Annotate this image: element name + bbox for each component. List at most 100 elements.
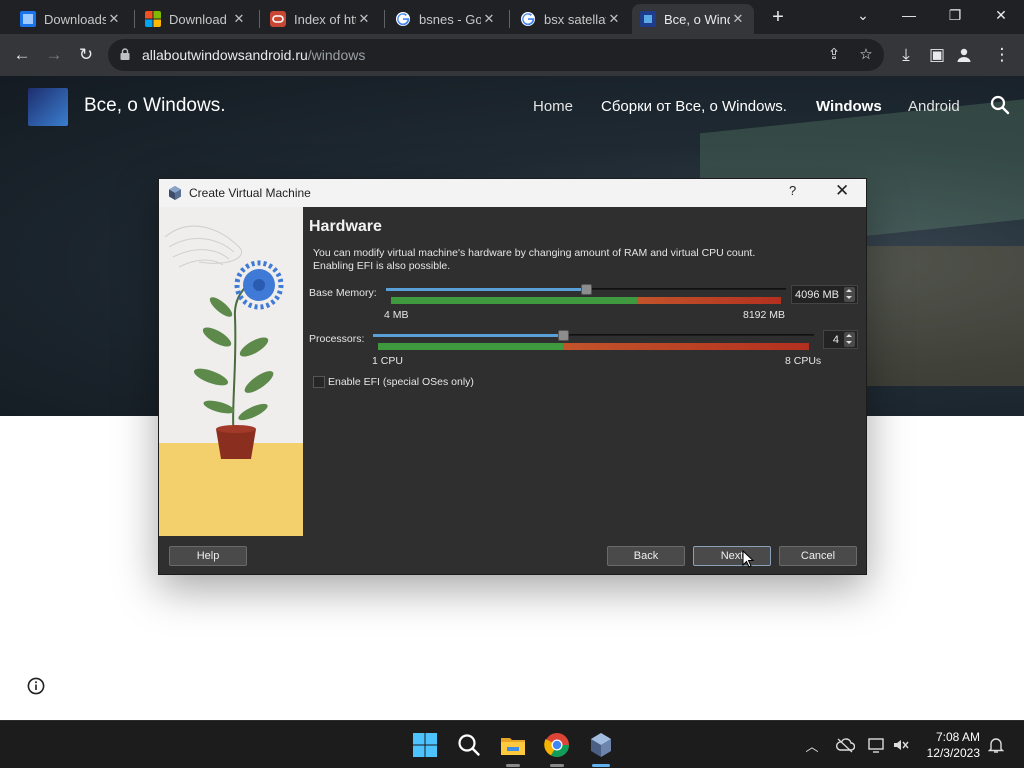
processors-label: Processors: xyxy=(309,333,365,345)
tab-title: Index of htt xyxy=(294,11,356,27)
spin-arrows-icon[interactable] xyxy=(844,287,855,302)
tab-search-chevron-icon[interactable]: ⌄ xyxy=(840,0,886,34)
virtualbox-icon[interactable] xyxy=(587,731,615,759)
nav-android[interactable]: Android xyxy=(908,98,960,115)
slider-handle[interactable] xyxy=(581,284,592,295)
oracle-icon xyxy=(270,11,286,27)
tab-close-icon[interactable]: ✕ xyxy=(231,11,247,27)
tab-title: Downloads xyxy=(44,11,106,27)
processors-slider[interactable] xyxy=(373,330,814,351)
help-button[interactable]: Help xyxy=(169,546,247,566)
dialog-title: Create Virtual Machine xyxy=(189,186,311,200)
windows-taskbar: ︿ 7:08 AM 12/3/2023 xyxy=(0,720,1024,768)
nav-home[interactable]: Home xyxy=(533,98,573,115)
description-line: Enabling EFI is also possible. xyxy=(313,260,451,272)
restore-icon[interactable]: ❐ xyxy=(932,0,978,34)
system-clock[interactable]: 7:08 AM 12/3/2023 xyxy=(912,729,980,761)
tab-close-icon[interactable]: ✕ xyxy=(481,11,497,27)
dialog-help-icon[interactable]: ? xyxy=(789,183,796,198)
tab-bsx-satellaview[interactable]: bsx satellav ✕ xyxy=(512,4,630,34)
next-button[interactable]: Next xyxy=(693,546,771,566)
memory-max-label: 8192 MB xyxy=(743,309,786,321)
processors-max-label: 8 CPUs xyxy=(785,355,822,367)
lock-icon[interactable] xyxy=(120,48,130,60)
nav-windows[interactable]: Windows xyxy=(816,98,882,115)
side-panel-icon[interactable]: ▣ xyxy=(923,41,951,69)
description-line: You can modify virtual machine's hardwar… xyxy=(313,247,756,259)
url-path: /windows xyxy=(307,47,366,63)
site-logo[interactable] xyxy=(28,88,68,126)
cancel-button[interactable]: Cancel xyxy=(779,546,857,566)
volume-muted-icon[interactable] xyxy=(891,736,911,754)
memory-spinbox[interactable]: 4096 MB xyxy=(791,285,858,304)
tab-downloads[interactable]: Downloads ✕ xyxy=(12,4,130,34)
forward-arrow-icon[interactable]: → xyxy=(40,41,68,69)
search-icon[interactable] xyxy=(990,95,1010,115)
tab-active-site[interactable]: Все, о Wind ✕ xyxy=(632,4,754,34)
tab-title: Download xyxy=(169,11,227,27)
page-title: Hardware xyxy=(309,218,382,235)
download-icon[interactable]: ⤓ xyxy=(892,41,920,69)
new-tab-plus-icon[interactable]: + xyxy=(766,5,790,29)
dialog-button-bar: Help Back Next Cancel xyxy=(159,536,866,574)
network-monitor-icon[interactable] xyxy=(867,736,887,754)
tab-title: Все, о Wind xyxy=(664,11,730,27)
address-url[interactable]: allaboutwindowsandroid.ru/windows xyxy=(142,47,365,63)
bookmark-star-icon[interactable]: ☆ xyxy=(854,43,878,67)
address-bar[interactable]: allaboutwindowsandroid.ru/windows ⇪ ☆ xyxy=(108,39,884,71)
info-icon[interactable] xyxy=(27,677,45,695)
tray-chevron-up-icon[interactable]: ︿ xyxy=(802,736,822,754)
efi-checkbox-label[interactable]: Enable EFI (special OSes only) xyxy=(328,376,474,388)
windows-tile-icon xyxy=(20,11,36,27)
microsoft-icon xyxy=(145,11,161,27)
spin-arrows-icon[interactable] xyxy=(844,332,855,347)
tab-close-icon[interactable]: ✕ xyxy=(606,11,622,27)
mouse-pointer-icon xyxy=(742,550,754,568)
site-name[interactable]: Все, о Windows. xyxy=(84,95,226,117)
clock-time: 7:08 AM xyxy=(935,730,980,744)
cpu-warning-range xyxy=(563,343,809,350)
tab-download[interactable]: Download ✕ xyxy=(137,4,255,34)
back-arrow-icon[interactable]: ← xyxy=(8,41,36,69)
reload-icon[interactable]: ↻ xyxy=(72,41,100,69)
clock-date: 12/3/2023 xyxy=(926,746,980,760)
tab-close-icon[interactable]: ✕ xyxy=(356,11,372,27)
tab-close-icon[interactable]: ✕ xyxy=(730,11,746,27)
google-icon xyxy=(521,12,535,26)
slider-handle[interactable] xyxy=(558,330,569,341)
wizard-side-illustration xyxy=(159,207,303,536)
memory-min-label: 4 MB xyxy=(384,309,409,321)
tab-close-icon[interactable]: ✕ xyxy=(106,11,122,27)
onedrive-cloud-icon[interactable] xyxy=(835,736,855,754)
hero-windows-light xyxy=(860,246,1024,386)
tab-index-of[interactable]: Index of htt ✕ xyxy=(262,4,380,34)
efi-checkbox[interactable] xyxy=(313,376,325,388)
browser-toolbar: ← → ↻ allaboutwindowsandroid.ru/windows … xyxy=(0,34,1024,76)
minimize-icon[interactable]: — xyxy=(886,0,932,34)
file-explorer-icon[interactable] xyxy=(499,731,527,759)
memory-safe-range xyxy=(391,297,637,304)
dialog-close-icon[interactable]: ✕ xyxy=(835,181,849,201)
menu-kebab-icon[interactable]: ⋮ xyxy=(988,41,1016,69)
close-window-icon[interactable]: ✕ xyxy=(978,0,1024,34)
browser-tab-strip: Downloads ✕ Download ✕ Index of htt ✕ bs… xyxy=(0,0,1024,34)
processors-spinbox[interactable]: 4 xyxy=(823,330,858,349)
processors-value: 4 xyxy=(832,334,839,346)
windows-start-icon[interactable] xyxy=(411,731,439,759)
nav-builds[interactable]: Сборки от Все, о Windows. xyxy=(601,98,787,115)
base-memory-slider[interactable] xyxy=(386,284,786,305)
base-memory-label: Base Memory: xyxy=(309,287,377,299)
profile-avatar-icon[interactable] xyxy=(956,47,972,63)
tab-separator xyxy=(259,10,260,28)
chrome-icon[interactable] xyxy=(543,731,571,759)
notification-bell-icon[interactable] xyxy=(986,736,1006,754)
google-icon xyxy=(396,12,410,26)
tab-separator xyxy=(509,10,510,28)
potted-flower-illustration xyxy=(159,207,303,536)
slider-fill xyxy=(386,288,581,291)
search-icon[interactable] xyxy=(455,731,483,759)
share-icon[interactable]: ⇪ xyxy=(822,43,846,67)
tab-bsnes[interactable]: bsnes - Goo ✕ xyxy=(387,4,505,34)
tab-separator xyxy=(134,10,135,28)
back-button[interactable]: Back xyxy=(607,546,685,566)
